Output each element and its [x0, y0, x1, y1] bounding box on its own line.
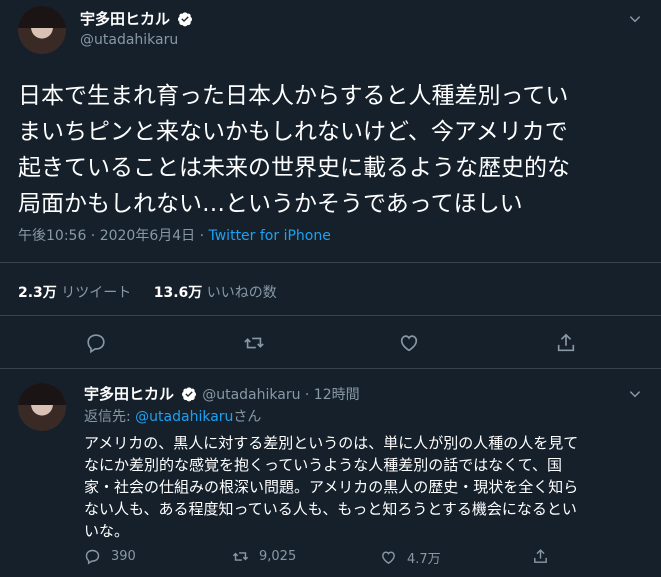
- likes-count: 13.6万: [153, 285, 203, 301]
- reply-to-handle[interactable]: @utadahikaru: [135, 409, 233, 425]
- share-icon[interactable]: [555, 332, 577, 354]
- retweet-icon[interactable]: [243, 332, 265, 354]
- handle-time[interactable]: @utadahikaru · 12時間: [202, 387, 359, 403]
- tweet-text: 日本で生まれ育った日本人からすると人種差別ってい まいちピンと来ないかもしれない…: [18, 78, 658, 222]
- retweet-action[interactable]: 9,025: [232, 548, 296, 565]
- tweet-meta: 午後10:56 · 2020年6月4日 · Twitter for iPhone: [18, 225, 331, 245]
- reply-prefix: 返信先:: [84, 409, 136, 425]
- reply-header: 宇多田ヒカル @utadahikaru · 12時間: [84, 383, 360, 404]
- verified-badge-icon: [182, 387, 197, 402]
- display-name[interactable]: 宇多田ヒカル: [80, 10, 170, 28]
- tweet-text-line: 局面かもしれない…というかそうであってほしい: [18, 191, 523, 217]
- reply-text-line: 家・社会の仕組みの根深い問題。アメリカの黒人の歴史・現状を全く知ら: [84, 478, 579, 496]
- share-action[interactable]: [532, 548, 549, 565]
- author-block: 宇多田ヒカル @utadahikaru: [80, 8, 193, 48]
- reply-action[interactable]: 390: [84, 548, 136, 565]
- like-icon: [382, 551, 395, 564]
- retweet-icon: [232, 552, 249, 561]
- like-icon[interactable]: [398, 332, 420, 354]
- reply-icon: [85, 549, 100, 565]
- avatar[interactable]: [18, 6, 66, 54]
- retweets-count: 2.3万: [18, 285, 57, 301]
- timestamp[interactable]: 午後10:56 · 2020年6月4日 ·: [18, 228, 209, 244]
- share-icon: [534, 549, 547, 563]
- tweet-text-line: まいちピンと来ないかもしれないけど、今アメリカで: [18, 119, 568, 145]
- tweet-text-line: 日本で生まれ育った日本人からすると人種差別ってい: [18, 83, 569, 109]
- reply-text-line: ない人も、ある程度知っている人も、もっと知ろうとする機会になるとい: [84, 500, 577, 518]
- verified-badge-icon: [178, 12, 193, 27]
- handle[interactable]: @utadahikaru: [80, 32, 193, 48]
- divider: [0, 315, 661, 316]
- like-action[interactable]: 4.7万: [380, 548, 441, 567]
- engagement-stats: 2.3万 リツイート 13.6万 いいねの数: [18, 282, 277, 302]
- retweet-count: 9,025: [259, 549, 297, 564]
- reply-icon[interactable]: [85, 332, 107, 354]
- reply-text-line: アメリカの、黒人に対する差別というのは、単に人が別の人種の人を見て: [84, 434, 579, 452]
- retweets-stat[interactable]: 2.3万 リツイート: [18, 285, 136, 301]
- likes-label: いいねの数: [206, 285, 277, 301]
- like-count: 4.7万: [407, 552, 441, 567]
- chevron-down-icon[interactable]: [628, 12, 642, 26]
- avatar[interactable]: [18, 383, 66, 431]
- likes-stat[interactable]: 13.6万 いいねの数: [154, 285, 277, 301]
- reply-text: アメリカの、黒人に対する差別というのは、単に人が別の人種の人を見て なにか差別的…: [84, 432, 654, 542]
- divider: [0, 262, 661, 263]
- chevron-down-icon[interactable]: [628, 387, 642, 401]
- tweet-text-line: 起きていることは未来の世界史に載るような歴史的な: [18, 155, 570, 181]
- reply-text-line: なにか差別的な感覚を抱くっていうような人種差別の話ではなくて、国: [84, 456, 563, 474]
- reply-text-line: いな。: [84, 522, 130, 540]
- retweets-label: リツイート: [61, 285, 132, 301]
- source-link[interactable]: Twitter for iPhone: [209, 228, 331, 244]
- reply-suffix: さん: [233, 409, 262, 425]
- reply-count: 390: [111, 549, 136, 564]
- divider: [0, 368, 661, 369]
- display-name[interactable]: 宇多田ヒカル: [84, 385, 174, 403]
- reply-to: 返信先: @utadahikaruさん: [84, 406, 261, 426]
